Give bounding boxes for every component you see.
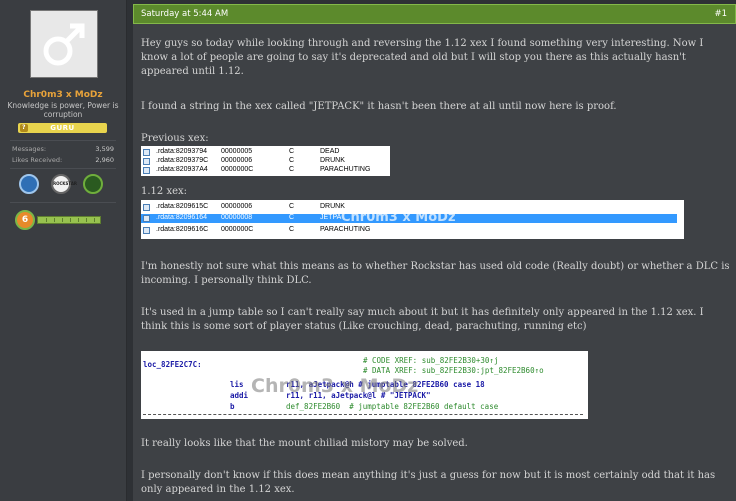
post-paragraph: I personally don't know if this does mea… <box>141 470 716 495</box>
row-type: C <box>289 166 295 173</box>
row-length: 00000008 <box>221 214 253 221</box>
table-row: .rdata:8209616C 0000000C C PARACHUTING <box>141 226 684 235</box>
row-length: 0000000C <box>221 166 254 173</box>
string-icon <box>143 149 150 156</box>
divider <box>10 140 116 141</box>
stat-messages: Messages: 3,599 <box>12 145 114 153</box>
table-row: .rdata:82093794 00000005 C DEAD <box>141 148 390 157</box>
string-icon <box>143 204 150 211</box>
row-string: JETPA <box>320 214 342 221</box>
string-icon <box>143 215 150 222</box>
code-xref: # CODE XREF: sub_82FE2B30+30↑j <box>363 356 499 365</box>
row-length: 00000005 <box>221 148 253 155</box>
row-length: 00000006 <box>221 203 253 210</box>
level-bar <box>37 216 101 224</box>
user-sidebar: Chr0m3 x MoDz Knowledge is power, Power … <box>0 0 127 501</box>
row-type: C <box>289 226 295 233</box>
row-type: C <box>289 157 295 164</box>
stat-value: 2,960 <box>95 156 114 164</box>
row-string: DRUNK <box>320 157 345 164</box>
row-string: PARACHUTING <box>320 166 371 173</box>
post-paragraph: It's used in a jump table so I can't rea… <box>141 307 704 332</box>
post-paragraph: I found a string in the xex called "JETP… <box>141 101 617 112</box>
post-header: Saturday at 5:44 AM #1 <box>133 4 736 24</box>
post-number[interactable]: #1 <box>714 9 727 19</box>
post-date[interactable]: Saturday at 5:44 AM <box>141 9 228 19</box>
user-tagline: Knowledge is power, Power is corruption <box>7 101 119 119</box>
string-icon <box>143 158 150 165</box>
code-op: addi <box>230 391 249 400</box>
avatar[interactable] <box>30 10 98 78</box>
rank-icon: ? <box>20 124 28 132</box>
code-op: lis <box>230 380 244 389</box>
rank-label: GURU <box>50 124 75 132</box>
level-badge: 6 <box>15 210 35 230</box>
row-type: C <box>289 203 295 210</box>
trophy-green-icon[interactable] <box>83 174 103 194</box>
post-paragraph: It really looks like that the mount chil… <box>141 438 468 449</box>
row-length: 0000000C <box>221 226 254 233</box>
row-string: DRUNK <box>320 203 345 210</box>
divider <box>10 202 116 203</box>
post-paragraph: I'm honestly not sure what this means as… <box>141 261 730 286</box>
row-string: PARACHUTING <box>320 226 371 233</box>
disassembly-screenshot: loc_82FE2C7C: # CODE XREF: sub_82FE2B30+… <box>141 351 588 419</box>
watermark: Chr0m3 x MoDz <box>341 210 456 225</box>
code-separator <box>143 414 583 415</box>
string-icon <box>143 167 150 174</box>
post-body: Saturday at 5:44 AM #1 Hey guys so today… <box>133 4 736 501</box>
row-type: C <box>289 214 295 221</box>
male-symbol-icon <box>43 23 85 66</box>
divider <box>10 168 116 169</box>
table-row: .rdata:8209379C 00000006 C DRUNK <box>141 157 390 166</box>
post-paragraph: Hey guys so today while looking through … <box>141 38 704 77</box>
level-progress: 6 <box>15 210 111 230</box>
trophy-blue-icon[interactable] <box>19 174 39 194</box>
code-arg: def_82FE2B60 # jumptable 82FE2B60 defaul… <box>286 402 499 411</box>
new-xex-strings-table: .rdata:8209615C 00000006 C DRUNK .rdata:… <box>141 200 684 239</box>
previous-xex-label: Previous xex: <box>141 133 209 144</box>
watermark: Chr0m3 x MoDz <box>251 375 419 397</box>
previous-xex-strings-table: .rdata:82093794 00000005 C DEAD .rdata:8… <box>141 146 390 176</box>
code-data-xref: # DATA XREF: sub_82FE2B30:jpt_82FE2B60↑o <box>363 366 544 375</box>
row-type: C <box>289 148 295 155</box>
rank-badge: ? GURU <box>18 123 107 133</box>
table-row: .rdata:820937A4 0000000C C PARACHUTING <box>141 166 390 175</box>
row-address: .rdata:8209615C <box>156 203 209 210</box>
row-address: .rdata:8209379C <box>156 157 209 164</box>
stat-value[interactable]: 3,599 <box>95 145 114 153</box>
code-label: loc_82FE2C7C: <box>143 360 202 369</box>
trophy-rockstar-icon[interactable]: ROCKSTAR <box>51 174 77 194</box>
code-op: b <box>230 402 235 411</box>
row-address: .rdata:82093794 <box>156 148 207 155</box>
row-address: .rdata:82096164 <box>156 214 207 221</box>
username[interactable]: Chr0m3 x MoDz <box>0 90 126 100</box>
stat-likes: Likes Received: 2,960 <box>12 156 114 164</box>
stat-label: Likes Received: <box>12 156 63 164</box>
stat-label: Messages: <box>12 145 47 153</box>
new-xex-label: 1.12 xex: <box>141 186 188 197</box>
row-length: 00000006 <box>221 157 253 164</box>
string-icon <box>143 227 150 234</box>
row-address: .rdata:8209616C <box>156 226 209 233</box>
row-address: .rdata:820937A4 <box>156 166 208 173</box>
row-string: DEAD <box>320 148 340 155</box>
